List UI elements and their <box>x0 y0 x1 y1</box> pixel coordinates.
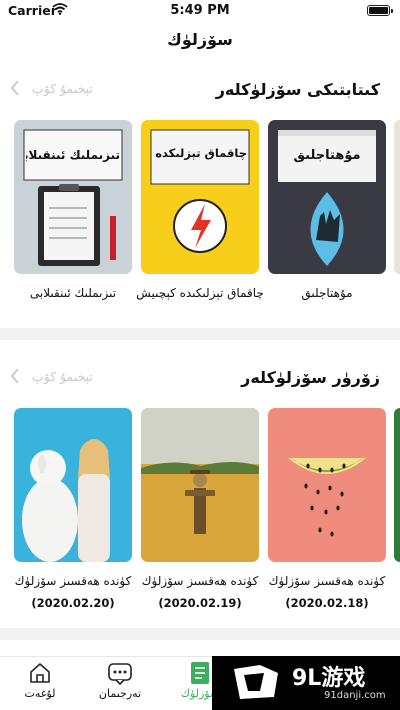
daily-word-card[interactable]: كۈندە ھەقسىز سۆزلۈك (2020.02.20) <box>14 408 132 610</box>
card-image <box>141 408 259 562</box>
book-cover: مۇھتاجلىق <box>268 120 386 274</box>
book-label: مۇھتاجلىق <box>301 286 353 300</box>
card-date: (2020.02.20) <box>31 596 115 610</box>
book-label: تىزىملىك ئىنقىلابى <box>29 286 117 300</box>
more-link[interactable]: تېخىمۇ كۆپ <box>10 367 93 385</box>
more-label: تېخىمۇ كۆپ <box>32 368 93 384</box>
card-label: كۈندە ھەقسىز سۆزلۈك <box>268 574 386 588</box>
book-card[interactable]: چاقماق تېزلىكدە كېچىيش چاقماق تېزلىكىدە … <box>136 120 264 300</box>
card-date: (2020.02.18) <box>285 596 369 610</box>
more-label: تېخىمۇ كۆپ <box>32 80 93 96</box>
chat-bubble-icon <box>75 661 165 686</box>
daily-word-card-partial <box>394 408 400 562</box>
more-link[interactable]: تېخىمۇ كۆپ <box>10 79 93 97</box>
section-header-book-words: كىتابتىكى سۆزلۈكلەر تېخىمۇ كۆپ <box>0 76 400 106</box>
card-image <box>14 408 132 562</box>
chevron-left-icon <box>10 79 20 97</box>
house-icon <box>0 661 85 685</box>
cover-title: تىزىملىك ئىنقىلابى <box>26 148 120 162</box>
status-bar: Carrier 5:49 PM <box>0 0 400 22</box>
watermark: 9L游戏 91danji.com <box>212 656 400 710</box>
card-label: كۈندە ھەقسىز سۆزلۈك <box>14 574 132 588</box>
watermark-logo-icon <box>230 663 282 701</box>
book-cover: چاقماق تېزلىكدە كېچىيش <box>141 120 259 274</box>
tab-translator[interactable]: تەرجىمان <box>75 661 165 700</box>
tab-label: تەرجىمان <box>98 687 142 700</box>
clock-time: 5:49 PM <box>170 3 230 18</box>
tab-dictionary[interactable]: لۇغەت <box>0 661 85 700</box>
section-divider <box>0 628 400 640</box>
book-card[interactable]: تىزىملىك ئىنقىلابى تىزىملىك ئىنقىلابى <box>14 120 132 300</box>
book-card-partial <box>394 120 400 274</box>
daily-word-card[interactable]: كۈندە ھەقسىز سۆزلۈك (2020.02.19) <box>141 408 259 610</box>
daily-word-card[interactable]: كۈندە ھەقسىز سۆزلۈك (2020.02.18) <box>268 408 386 610</box>
book-card[interactable]: مۇھتاجلىق مۇھتاجلىق <box>268 120 386 300</box>
section-divider <box>0 328 400 340</box>
chevron-left-icon <box>10 367 20 385</box>
section-title: كىتابتىكى سۆزلۈكلەر <box>215 80 380 99</box>
card-date: (2020.02.19) <box>158 596 242 610</box>
watermark-url: 91danji.com <box>324 690 386 701</box>
card-image <box>268 408 386 562</box>
watermark-logo: 9L游戏 <box>292 666 366 691</box>
section-title: زۆرۈر سۆزلۈكلەر <box>241 368 380 387</box>
book-label: چاقماق تېزلىكىدە كېچىيش <box>136 286 264 300</box>
card-label: كۈندە ھەقسىز سۆزلۈك <box>141 574 259 588</box>
cover-title: مۇھتاجلىق <box>293 148 361 163</box>
section-header-essential-words: زۆرۈر سۆزلۈكلەر تېخىمۇ كۆپ <box>0 364 400 394</box>
book-cover: تىزىملىك ئىنقىلابى <box>14 120 132 274</box>
battery-icon <box>367 5 393 16</box>
cover-title: چاقماق تېزلىكدە كېچىيش <box>153 146 247 160</box>
tab-label: لۇغەت <box>24 687 56 700</box>
page-title: سۆزلۈك <box>167 30 233 49</box>
